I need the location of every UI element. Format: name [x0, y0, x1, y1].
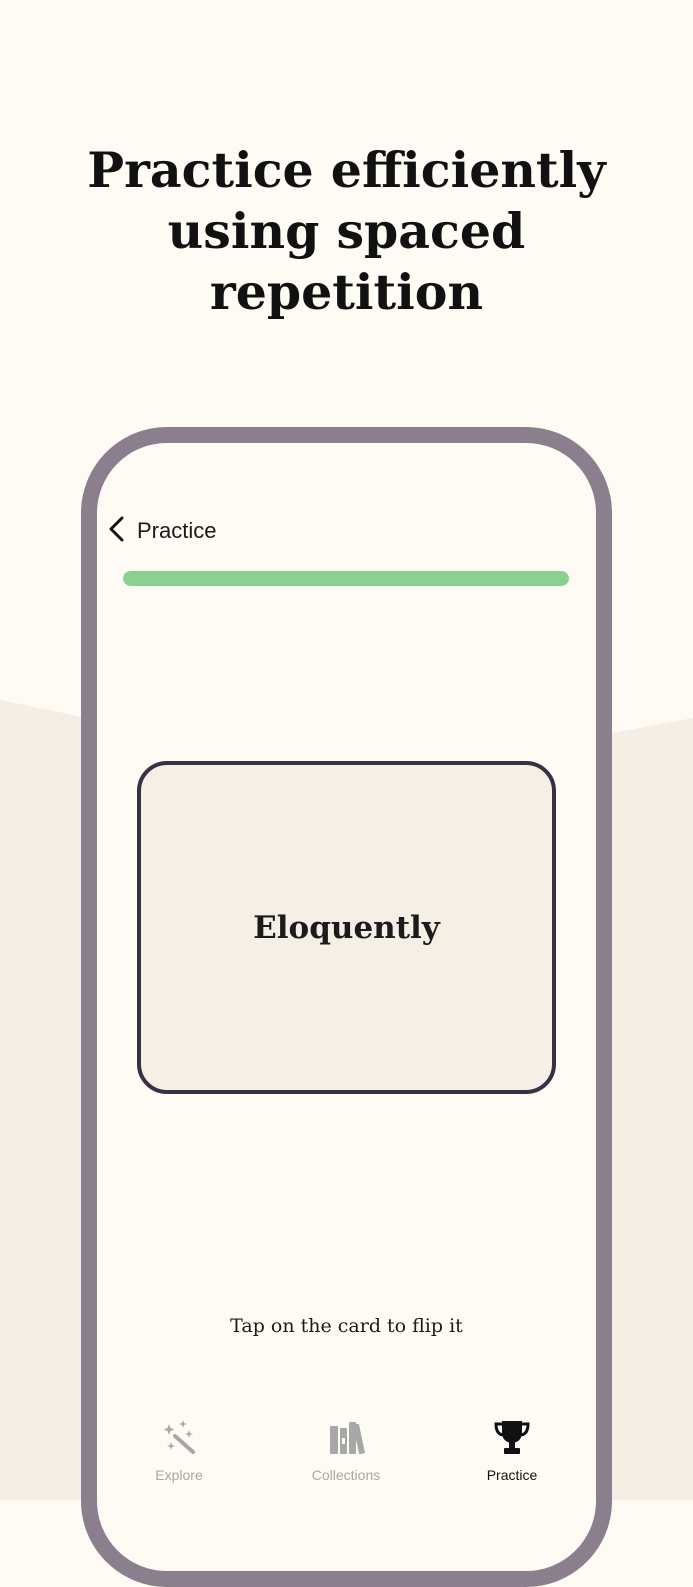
headline-line-3: repetition: [209, 263, 484, 321]
phone-frame: [81, 427, 612, 1587]
page-headline: Practice efficiently using spaced repeti…: [0, 140, 693, 323]
headline-line-1: Practice efficiently: [87, 141, 606, 199]
headline-line-2: using spaced: [167, 202, 526, 260]
